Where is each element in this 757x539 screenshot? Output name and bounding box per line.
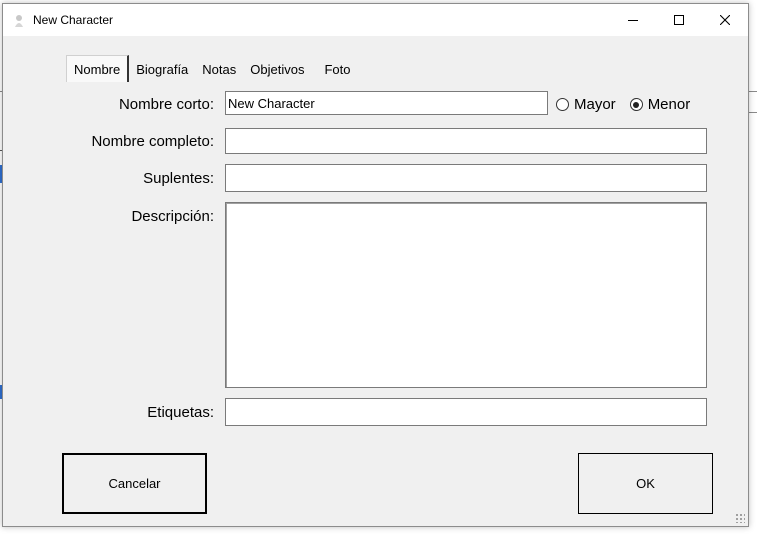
close-button[interactable] [702,4,748,36]
window-title: New Character [33,13,114,27]
close-icon [720,15,730,25]
cancel-button[interactable]: Cancelar [62,453,207,514]
minimize-icon [628,20,638,21]
radio-menor-label: Menor [647,96,691,113]
short-name-input[interactable] [225,91,548,115]
description-textarea[interactable] [225,202,707,388]
resize-grip[interactable] [735,513,745,523]
radio-menor-circle[interactable] [629,98,643,111]
tab-notas[interactable]: Notas [195,55,243,82]
tab-foto[interactable]: Foto [317,55,357,82]
full-name-label: Nombre completo: [91,133,214,150]
background-rule [748,91,757,92]
full-name-input[interactable] [225,128,707,154]
maximize-icon [674,15,684,25]
ok-button[interactable]: OK [578,453,713,514]
alternates-label: Suplentes: [143,170,214,187]
tab-objetivos[interactable]: Objetivos [243,55,311,82]
background-rule [748,112,757,113]
radio-menor[interactable]: Menor [629,96,691,113]
age-radio-group: Mayor Menor [556,96,704,113]
tags-label: Etiquetas: [147,404,214,421]
character-dialog: New Character Nombre Biografía Notas Obj… [2,3,749,527]
maximize-button[interactable] [656,4,702,36]
tab-nombre[interactable]: Nombre [66,55,130,82]
tab-biografia[interactable]: Biografía [129,55,195,82]
description-label: Descripción: [131,208,214,225]
tags-input[interactable] [225,398,707,426]
radio-mayor-circle[interactable] [556,98,569,111]
alternates-input[interactable] [225,164,707,192]
title-bar: New Character [3,4,748,36]
tab-bar: Nombre Biografía Notas Objetivos Foto [66,55,357,82]
short-name-label: Nombre corto: [118,96,214,113]
minimize-button[interactable] [610,4,656,36]
app-icon [13,13,25,27]
radio-mayor-label: Mayor [574,96,616,113]
radio-mayor[interactable]: Mayor [556,96,616,113]
